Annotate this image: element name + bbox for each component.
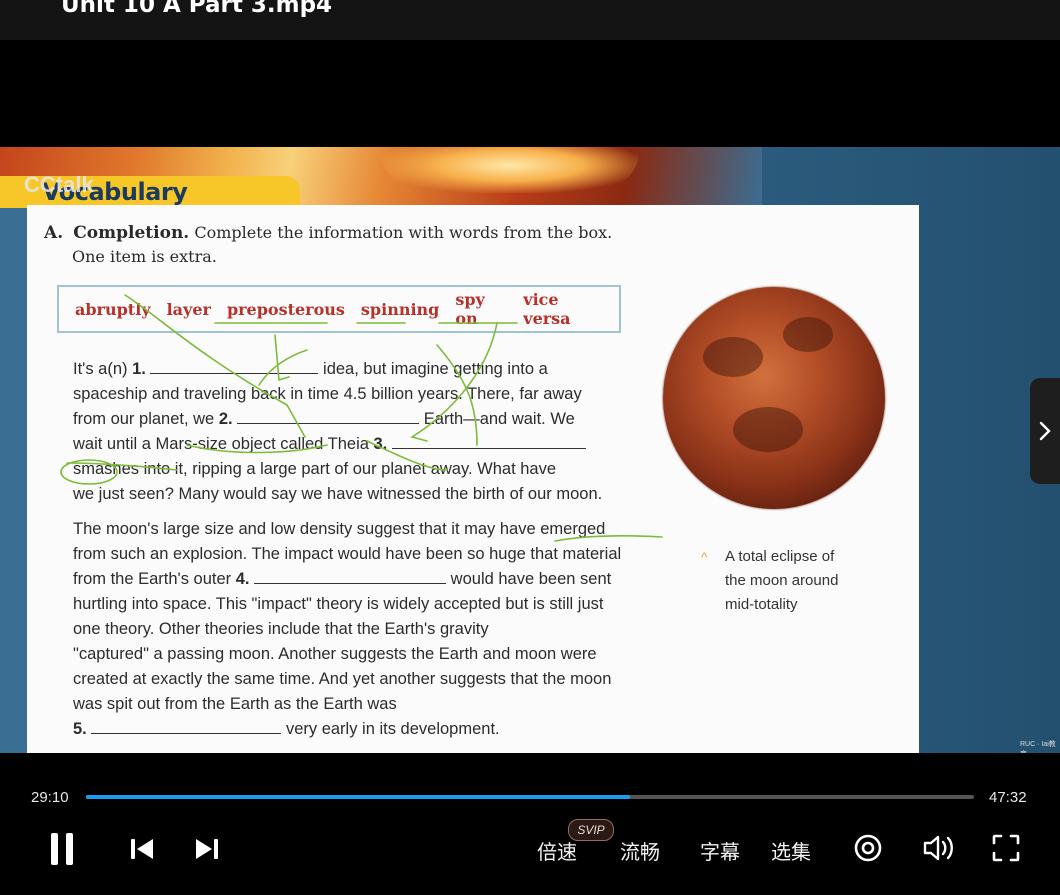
word-item: preposterous	[226, 299, 345, 319]
cctalk-watermark: CCtalk	[24, 172, 94, 197]
episodes-button[interactable]: 选集	[771, 836, 811, 865]
svip-badge: SVIP	[568, 819, 614, 841]
text-line: from the Earth's outer 4. would have bee…	[73, 569, 612, 588]
text-line: from such an explosion. The impact would…	[73, 545, 622, 563]
skip-previous-icon	[131, 839, 153, 859]
subtitles-button[interactable]: 字幕	[700, 836, 740, 865]
progress-fill	[86, 795, 631, 799]
background-fire-glow	[380, 147, 640, 193]
blank-3	[391, 434, 586, 449]
word-item: abruptly	[75, 299, 151, 319]
text-line: It's a(n) 1. idea, but imagine getting i…	[73, 359, 548, 378]
text-line: "captured" a passing moon. Another sugge…	[73, 645, 597, 663]
pause-icon	[51, 833, 73, 865]
corner-watermark: RUC · Iai教育	[1020, 741, 1056, 753]
quality-button[interactable]: 流畅	[620, 836, 660, 865]
text-line: smashes into it, ripping a large part of…	[73, 460, 557, 478]
next-video-arrow[interactable]	[1030, 378, 1060, 484]
speed-button[interactable]: 倍速	[537, 836, 577, 865]
video-frame[interactable]: Vocabulary Practice CCtalk A. Completion…	[0, 147, 1060, 753]
paragraph-2: The moon's large size and low density su…	[73, 517, 653, 742]
photo-caption: ^ A total eclipse of the moon around mid…	[701, 545, 865, 617]
volume-icon	[923, 835, 953, 861]
progress-bar[interactable]	[86, 795, 974, 799]
text-line: hurtling into space. This "impact" theor…	[73, 595, 604, 613]
exercise-name: Completion.	[73, 223, 190, 243]
next-button[interactable]	[193, 836, 221, 862]
eclipse-moon-image	[663, 287, 885, 509]
fullscreen-icon	[992, 834, 1020, 862]
text-line: from our planet, we 2. Earth—and wait. W…	[73, 409, 575, 428]
text-line: The moon's large size and low density su…	[73, 520, 606, 538]
text-line: one theory. Other theories include that …	[73, 620, 489, 638]
word-item: spy on	[455, 290, 485, 328]
danmaku-settings-button[interactable]	[852, 832, 884, 864]
blank-2	[237, 409, 420, 424]
text-line: 5. very early in its development.	[73, 719, 500, 738]
text-line: we just seen? Many would say we have wit…	[73, 485, 603, 503]
fullscreen-button[interactable]	[990, 832, 1022, 864]
blank-5	[91, 719, 282, 734]
pause-button[interactable]	[46, 830, 78, 868]
word-item: spinning	[360, 299, 440, 319]
exercise-instruction-2: One item is extra.	[72, 247, 217, 266]
exercise-heading: A. Completion. Complete the information …	[44, 223, 612, 266]
word-item: layer	[166, 299, 211, 319]
paragraph-1: It's a(n) 1. idea, but imagine getting i…	[73, 357, 653, 507]
current-time: 29:10	[31, 789, 69, 806]
text-line: spaceship and traveling back in time 4.5…	[73, 385, 582, 403]
title-bar: Unit 10 A Part 3.mp4	[0, 0, 1060, 40]
text-line: wait until a Mars-size object called The…	[73, 432, 653, 457]
skip-next-icon	[196, 839, 218, 859]
exercise-instruction: Complete the information with words from…	[194, 223, 613, 242]
blank-1	[150, 359, 319, 374]
video-title: Unit 10 A Part 3.mp4	[61, 0, 333, 18]
caret-up-icon: ^	[701, 549, 708, 565]
chevron-right-icon	[1039, 421, 1051, 441]
volume-button[interactable]	[922, 832, 956, 864]
exercise-label: A.	[44, 223, 64, 243]
word-box: abruptly layer preposterous spinning spy…	[57, 285, 621, 333]
duration-time: 47:32	[989, 789, 1027, 806]
word-item: vice versa	[523, 290, 571, 328]
previous-button[interactable]	[128, 836, 156, 862]
settings-ring-icon	[854, 834, 882, 862]
textbook-page: A. Completion. Complete the information …	[27, 205, 919, 753]
text-line: was spit out from the Earth as the Earth…	[73, 695, 397, 713]
text-line: created at exactly the same time. And ye…	[73, 670, 612, 688]
blank-4	[254, 569, 447, 584]
